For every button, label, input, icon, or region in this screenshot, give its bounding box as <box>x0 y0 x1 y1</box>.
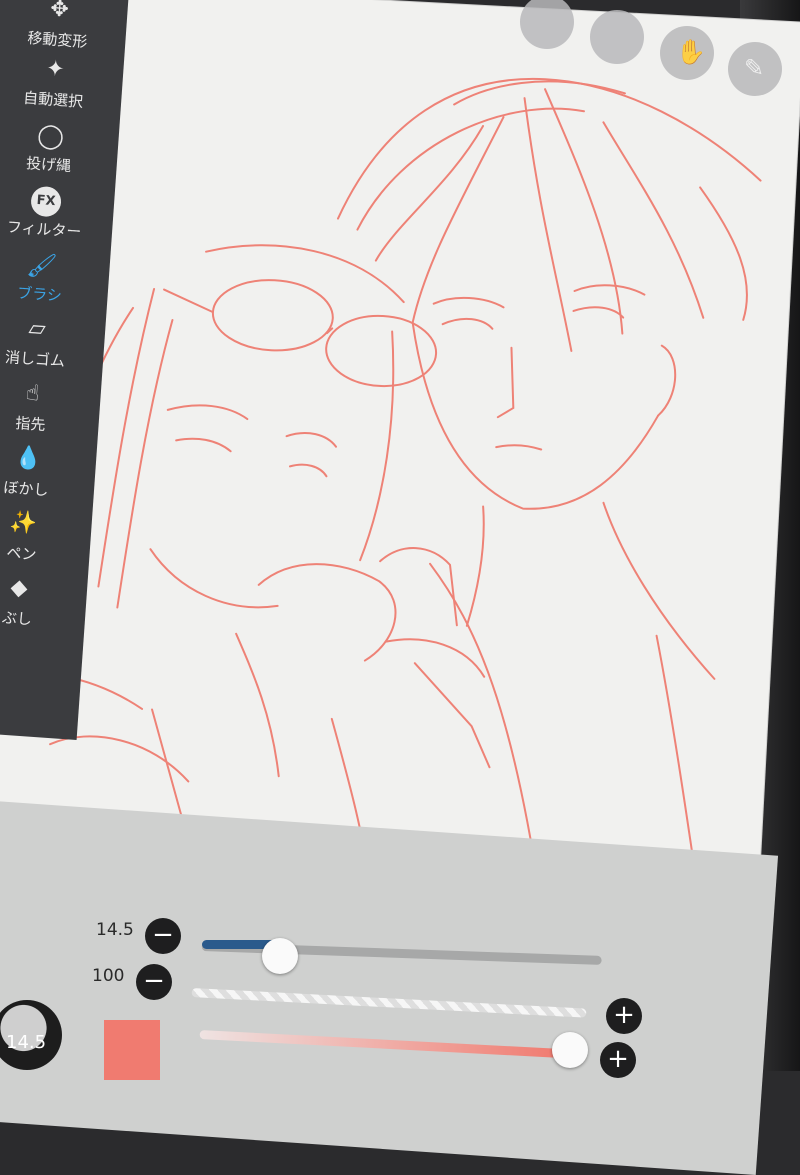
opacity-value: 100 <box>92 966 125 986</box>
tool-label: 消しゴム <box>4 348 66 371</box>
finger-icon: ☝ <box>25 380 41 407</box>
tool-label: 自動選択 <box>22 88 84 111</box>
tool-label: 指先 <box>14 413 47 435</box>
hand-icon: ✋ <box>676 38 706 66</box>
tool-move[interactable]: ✥ 移動変形 <box>7 0 110 53</box>
eraser-icon: ▱ <box>27 315 47 342</box>
brush-preview-size: 14.5 <box>6 1032 47 1053</box>
tool-blur[interactable]: 💧 ぼかし <box>0 442 79 502</box>
tool-label: ペン <box>5 543 38 564</box>
tool-label: ぼかし <box>2 478 50 500</box>
lasso-icon: ◯ <box>36 120 66 151</box>
plus-icon: + <box>613 1000 635 1030</box>
brush-panel <box>0 800 779 1175</box>
tool-label: 投げ縄 <box>25 154 72 176</box>
minus-icon: − <box>143 966 165 996</box>
tool-label: フィルター <box>6 217 82 242</box>
tool-lasso[interactable]: ◯ 投げ縄 <box>0 118 102 178</box>
brush-size-value: 14.5 <box>96 920 134 940</box>
hand-button[interactable]: ✋ <box>660 26 714 80</box>
move-icon: ✥ <box>49 0 70 23</box>
selection-button[interactable] <box>590 10 644 64</box>
minus-icon: − <box>152 920 174 950</box>
opacity-minus-button[interactable]: − <box>136 964 172 1000</box>
tool-brush[interactable]: 🖌 ブラシ <box>0 248 92 308</box>
fx-icon: FX <box>30 185 63 218</box>
magic-wand-icon: ✦ <box>45 56 66 83</box>
color-swatch[interactable] <box>104 1020 160 1080</box>
brush-icon: 🖌 <box>25 250 58 281</box>
sketch-artwork <box>0 77 762 920</box>
pen-icon: ✎ <box>744 54 765 82</box>
tool-finger[interactable]: ☝ 指先 <box>0 378 83 438</box>
blur-drop-icon: 💧 <box>13 445 43 472</box>
tool-label: ぶし <box>1 608 33 629</box>
size-plus-button[interactable]: + <box>606 998 642 1034</box>
sparkle-pen-icon: ✨ <box>9 509 39 537</box>
tool-label: ブラシ <box>16 283 63 305</box>
tool-auto-select[interactable]: ✦ 自動選択 <box>3 53 106 113</box>
drawing-canvas[interactable] <box>0 0 800 942</box>
pen-button[interactable]: ✎ <box>728 42 782 96</box>
fill-icon: ◆ <box>9 575 29 602</box>
tool-fill[interactable]: ◆ ぶし <box>0 572 70 632</box>
tool-label: 移動変形 <box>26 28 88 52</box>
size-slider-knob[interactable] <box>262 938 298 974</box>
plus-icon: + <box>607 1044 629 1074</box>
tool-sparkle-pen[interactable]: ✨ ペン <box>0 507 74 567</box>
size-minus-button[interactable]: − <box>145 918 181 954</box>
tool-filter[interactable]: FX フィルター <box>0 183 97 243</box>
opacity-slider-knob[interactable] <box>552 1032 588 1068</box>
opacity-plus-button[interactable]: + <box>600 1042 636 1078</box>
tool-eraser[interactable]: ▱ 消しゴム <box>0 313 88 373</box>
